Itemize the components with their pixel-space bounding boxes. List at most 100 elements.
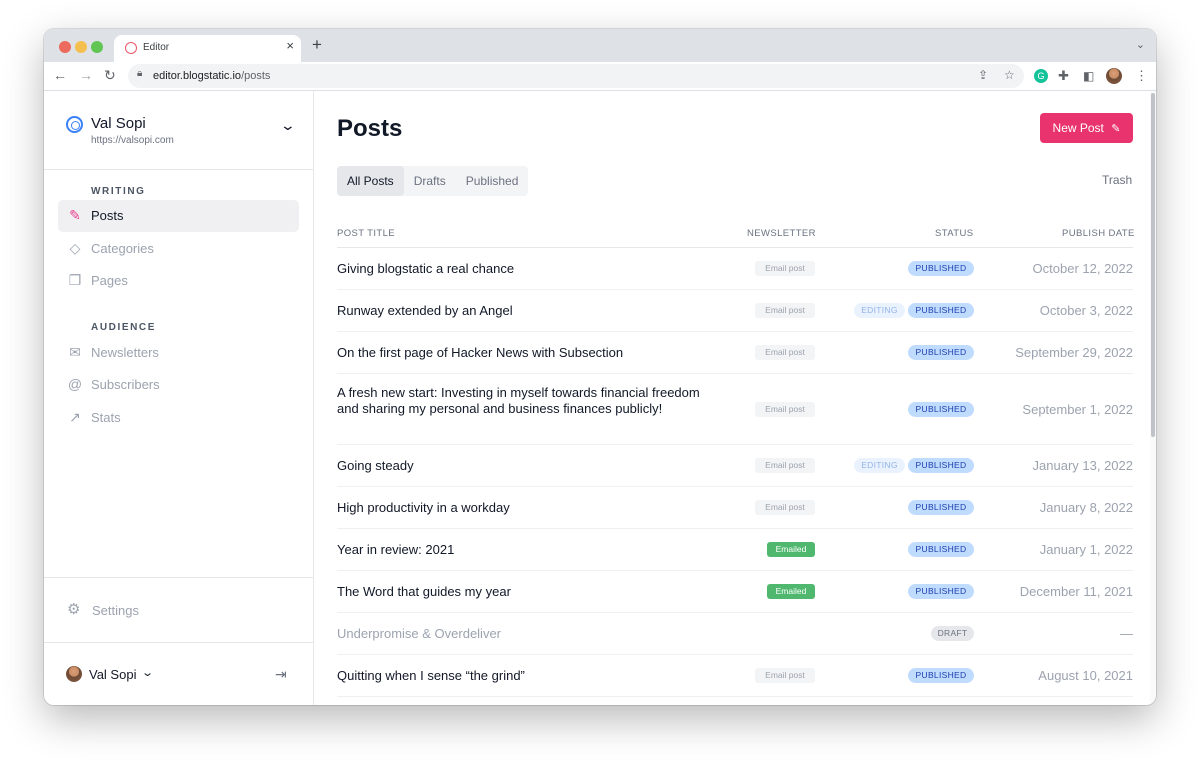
chevron-down-icon[interactable]: ⌄ — [280, 117, 296, 134]
status-badge: DRAFT — [931, 626, 974, 641]
column-header-status: STATUS — [935, 228, 974, 239]
tab-all-posts[interactable]: All Posts — [337, 166, 404, 196]
newsletter-badge: Email post — [755, 345, 815, 360]
post-title-link[interactable]: Quitting when I sense “the grind” — [337, 668, 525, 684]
sidebar-item-label: Stats — [91, 410, 121, 425]
pages-icon: ❐ — [68, 272, 82, 288]
divider — [44, 169, 314, 170]
publish-date: September 29, 2022 — [1015, 345, 1133, 360]
extensions-puzzle-icon[interactable]: ✚ — [1058, 67, 1069, 85]
main-content: Posts New Post ✎ All Posts Drafts Publis… — [315, 91, 1156, 705]
section-heading-writing: WRITING — [91, 186, 146, 197]
blog-editor-app: Val Sopi https://valsopi.com ⌄ WRITING ✎… — [44, 91, 1156, 705]
pencil-icon: ✎ — [1111, 123, 1121, 135]
sidebar-item-categories[interactable]: ◇ Categories — [58, 233, 299, 265]
page-title: Posts — [337, 115, 403, 142]
tab-published[interactable]: Published — [456, 166, 529, 196]
post-title-link[interactable]: On the first page of Hacker News with Su… — [337, 345, 623, 361]
tab-drafts[interactable]: Drafts — [404, 166, 456, 196]
blogstatic-favicon-icon — [125, 42, 137, 54]
newsletter-badge: Email post — [755, 500, 815, 515]
forward-icon[interactable]: → — [79, 66, 93, 84]
back-icon[interactable]: ← — [53, 66, 67, 84]
table-row[interactable]: Year in review: 2021 Emailed PUBLISHED Janu… — [337, 529, 1133, 571]
divider — [44, 642, 314, 643]
column-header-publish-date: PUBLISH DATE — [1062, 228, 1135, 239]
sidebar-item-posts[interactable]: ✎ Posts — [58, 200, 299, 232]
profile-avatar-icon[interactable] — [1106, 68, 1122, 84]
table-row[interactable]: Quitting when I sense “the grind” Email p… — [337, 655, 1133, 697]
post-title-link[interactable]: Giving blogstatic a real chance — [337, 261, 514, 277]
newsletter-badge: Emailed — [767, 542, 815, 557]
sidebar-item-label: Categories — [91, 241, 154, 256]
post-title-link[interactable]: Year in review: 2021 — [337, 542, 454, 558]
url-text: editor.blogstatic.io/posts — [153, 70, 271, 82]
newsletter-badge: Email post — [755, 303, 815, 318]
maximize-window-icon[interactable] — [91, 41, 103, 53]
close-tab-icon[interactable]: × — [286, 38, 294, 53]
table-row[interactable]: Giving blogstatic a real chance Email pos… — [337, 248, 1133, 290]
grammarly-extension-icon[interactable]: G — [1034, 69, 1048, 83]
table-row[interactable]: A fresh new start: Investing in myself t… — [337, 374, 1133, 445]
table-row[interactable]: High productivity in a workday Email post… — [337, 487, 1133, 529]
new-post-button[interactable]: New Post ✎ — [1040, 113, 1133, 143]
sidebar-item-label: Subscribers — [91, 377, 160, 392]
address-bar[interactable]: 🔒︎ editor.blogstatic.io/posts ⇪ ☆ — [128, 64, 1024, 88]
publish-date: — — [1120, 626, 1133, 641]
newsletter-badge: Email post — [755, 458, 815, 473]
site-name: Val Sopi — [91, 115, 146, 132]
minimize-window-icon[interactable] — [75, 41, 87, 53]
table-row[interactable]: On the first page of Hacker News with Su… — [337, 332, 1133, 374]
publish-date: October 3, 2022 — [1039, 303, 1133, 318]
browser-window: Editor × + ⌄ ← → ↻ 🔒︎ editor.blogstatic.… — [44, 29, 1156, 705]
post-title-link[interactable]: High productivity in a workday — [337, 500, 510, 516]
tab-search-chevron-icon[interactable]: ⌄ — [1136, 38, 1145, 51]
reload-icon[interactable]: ↻ — [104, 66, 116, 84]
newsletter-badge: Email post — [755, 261, 815, 276]
bookmark-star-icon[interactable]: ☆ — [1004, 68, 1015, 82]
status-badge: PUBLISHED — [908, 458, 974, 473]
publish-date: December 11, 2021 — [1019, 584, 1133, 599]
logout-icon[interactable]: ⇥ — [275, 666, 287, 683]
column-header-post-title: POST TITLE — [337, 228, 396, 239]
divider — [44, 577, 314, 578]
table-row[interactable]: Runway extended by an Angel Email post EDI… — [337, 290, 1133, 332]
post-title-link[interactable]: Runway extended by an Angel — [337, 303, 513, 319]
browser-menu-icon[interactable]: ⋮ — [1135, 67, 1148, 85]
table-row[interactable]: The Word that guides my year Emailed PUBLI… — [337, 571, 1133, 613]
sidebar-item-pages[interactable]: ❐ Pages — [58, 265, 299, 297]
table-row[interactable]: Going steady Email post EDITING PUBLISHED Ja… — [337, 445, 1133, 487]
sidebar-item-label: Posts — [91, 208, 124, 223]
publish-date: January 1, 2022 — [1039, 542, 1133, 557]
settings-label: Settings — [92, 603, 139, 618]
post-title-link[interactable]: The Word that guides my year — [337, 584, 511, 600]
post-title-link[interactable]: Going steady — [337, 458, 414, 474]
scrollbar[interactable] — [1150, 91, 1156, 705]
scrollbar-thumb[interactable] — [1151, 93, 1155, 437]
sidebar-item-stats[interactable]: ↗ Stats — [58, 402, 299, 434]
browser-toolbar: ← → ↻ 🔒︎ editor.blogstatic.io/posts ⇪ ☆ … — [44, 62, 1156, 91]
chevron-down-icon[interactable]: ⌄ — [141, 666, 154, 679]
sidebar-item-newsletters[interactable]: ✉ Newsletters — [58, 337, 299, 369]
sidebar: Val Sopi https://valsopi.com ⌄ WRITING ✎… — [44, 91, 314, 705]
table-row[interactable]: Underpromise & Overdeliver DRAFT — — [337, 613, 1133, 655]
mail-icon: ✉ — [69, 344, 81, 360]
publish-date: August 10, 2021 — [1038, 668, 1133, 683]
side-panel-icon[interactable]: ◧ — [1083, 67, 1094, 85]
tab-strip: Editor × + ⌄ — [44, 29, 1156, 62]
trash-link[interactable]: Trash — [1102, 173, 1132, 187]
status-badge: PUBLISHED — [908, 261, 974, 276]
post-title-link[interactable]: A fresh new start: Investing in myself t… — [337, 385, 707, 417]
publish-date: January 13, 2022 — [1032, 458, 1133, 473]
lock-icon: 🔒︎ — [137, 68, 143, 79]
status-badge: PUBLISHED — [908, 303, 974, 318]
status-badge: PUBLISHED — [908, 542, 974, 557]
close-window-icon[interactable] — [59, 41, 71, 53]
post-title-link[interactable]: Underpromise & Overdeliver — [337, 626, 501, 642]
trend-icon: ↗ — [69, 409, 81, 425]
sidebar-item-subscribers[interactable]: @ Subscribers — [58, 369, 299, 401]
newsletter-badge: Emailed — [767, 584, 815, 599]
browser-tab[interactable]: Editor × — [114, 35, 301, 62]
share-icon[interactable]: ⇪ — [978, 68, 988, 82]
new-tab-icon[interactable]: + — [312, 36, 322, 53]
